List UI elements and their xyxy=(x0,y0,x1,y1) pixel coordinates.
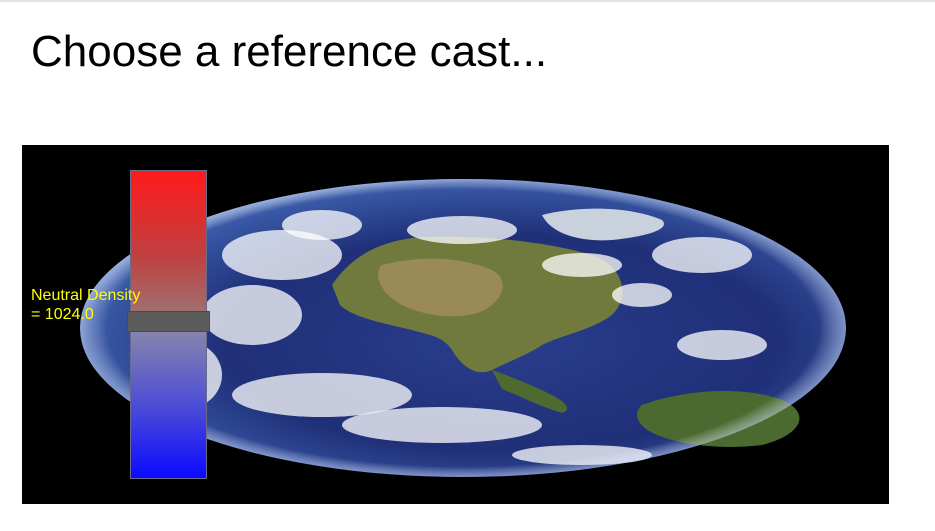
density-slider[interactable] xyxy=(127,170,210,479)
neutral-density-value: = 1024.0 xyxy=(31,306,94,323)
page-title: Choose a reference cast... xyxy=(31,27,548,76)
density-slider-track-low xyxy=(131,324,206,478)
globe-map[interactable]: Neutral Density = 1024.0 xyxy=(22,145,889,504)
density-slider-track-high xyxy=(131,171,206,325)
neutral-density-label: Neutral Density = 1024.0 xyxy=(31,286,140,324)
neutral-density-title: Neutral Density xyxy=(31,287,141,304)
page: Choose a reference cast... Neutral Densi… xyxy=(0,0,935,531)
